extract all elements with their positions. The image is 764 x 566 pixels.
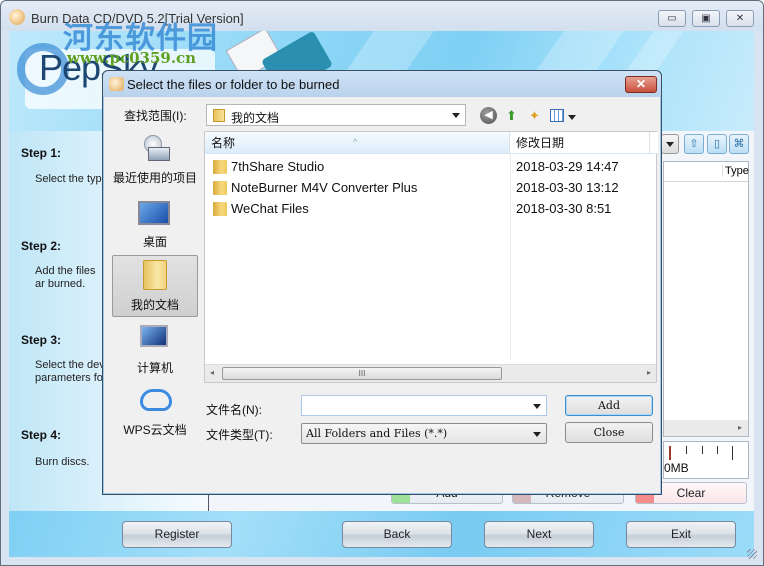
network-icon[interactable]: ⌘ [729,134,749,154]
file-type-label: 文件类型(T): [206,428,273,442]
computer-icon [140,325,168,347]
recent-items-icon [140,135,170,163]
resize-grip[interactable] [747,549,757,559]
chevron-down-icon[interactable] [533,404,541,409]
place-recent-items[interactable]: 最近使用的项目 [112,131,198,191]
folder-icon [213,181,227,195]
chevron-down-icon [533,432,541,437]
new-folder-icon[interactable]: ▯ [707,134,727,154]
add-button[interactable]: Add [565,395,653,416]
look-in-value: 我的文档 [231,111,280,125]
exit-button[interactable]: Exit [626,521,736,548]
close-button[interactable]: ✕ [726,10,754,27]
type-column-header[interactable]: Type [722,165,749,177]
scroll-right-icon[interactable]: ▸ [647,368,651,377]
watermark-url: www.pc0359.cn [67,49,197,67]
place-documents[interactable]: 我的文档 [112,255,198,317]
step-1-heading: Step 1: [21,146,62,160]
list-header: Type [664,162,749,182]
dialog-title: Select the files or folder to be burned [127,77,340,92]
view-menu-caret[interactable] [568,115,576,120]
next-button[interactable]: Next [484,521,594,548]
dialog-close-button[interactable]: ✕ [625,76,657,93]
folder-icon [213,160,227,174]
scroll-left-icon[interactable]: ◂ [210,368,214,377]
up-arrow-icon[interactable]: ⇧ [684,134,704,154]
desktop-icon [138,201,170,225]
cloud-icon [140,389,172,411]
capacity-meter: 0MB [663,441,749,479]
more-columns-header[interactable] [650,132,658,154]
dialog-title-bar: Select the files or folder to be burned … [103,71,661,97]
place-computer[interactable]: 计算机 [112,321,198,381]
look-in-combo[interactable]: 我的文档 [206,104,466,126]
select-files-dialog: Select the files or folder to be burned … [102,70,662,495]
step-2-heading: Step 2: [21,239,62,253]
step-2-desc: Add the files ar burned. [35,265,96,290]
name-column-header[interactable]: 名称 ^ [205,132,510,154]
back-arrow-icon[interactable]: ◀ [480,107,497,124]
folder-icon [213,202,227,216]
new-folder-icon[interactable]: ✦ [526,107,543,124]
file-type-select[interactable]: All Folders and Files (*.*) [301,423,547,444]
step-3-heading: Step 3: [21,333,62,347]
list-hscroll[interactable]: ▸ [664,420,748,436]
register-button[interactable]: Register [122,521,232,548]
documents-icon [143,260,167,290]
up-folder-icon[interactable]: ⬆ [503,107,520,124]
sort-ascending-icon: ^ [353,137,358,147]
horizontal-scrollbar[interactable]: ◂ III ▸ [205,364,656,382]
close-dialog-button[interactable]: Close [565,422,653,443]
file-row[interactable]: NoteBurner M4V Converter Plus 2018-03-30… [205,177,658,198]
step-4-heading: Step 4: [21,428,62,442]
app-icon [9,9,25,25]
file-row[interactable]: WeChat Files 2018-03-30 8:51 [205,198,658,219]
minimize-button[interactable]: ▭ [658,10,686,27]
file-name-input[interactable] [301,395,547,416]
folder-icon [213,109,225,122]
place-desktop[interactable]: 桌面 [112,195,198,255]
back-button[interactable]: Back [342,521,452,548]
file-list-view[interactable]: 名称 ^ 修改日期 7thShare Studio 2018-03-29 14:… [204,131,658,383]
burn-file-list[interactable]: Type ▸ [663,161,749,437]
chevron-down-icon [452,113,460,118]
scroll-thumb[interactable]: III [222,367,502,380]
places-bar: 最近使用的项目 桌面 我的文档 计算机 WPS云文档 [107,131,203,437]
date-column-header[interactable]: 修改日期 [510,132,650,154]
maximize-button[interactable]: ▣ [692,10,720,27]
look-in-label: 查找范围(I): [124,109,187,123]
capacity-label: 0MB [664,461,689,475]
file-name-label: 文件名(N): [206,403,262,417]
path-dropdown-button[interactable] [661,134,679,154]
place-wps-cloud[interactable]: WPS云文档 [112,383,198,443]
file-row[interactable]: 7thShare Studio 2018-03-29 14:47 [205,156,658,177]
dialog-app-icon [109,77,124,91]
step-3-desc: Select the dev parameters for [35,359,107,384]
view-menu-icon[interactable] [550,109,564,122]
